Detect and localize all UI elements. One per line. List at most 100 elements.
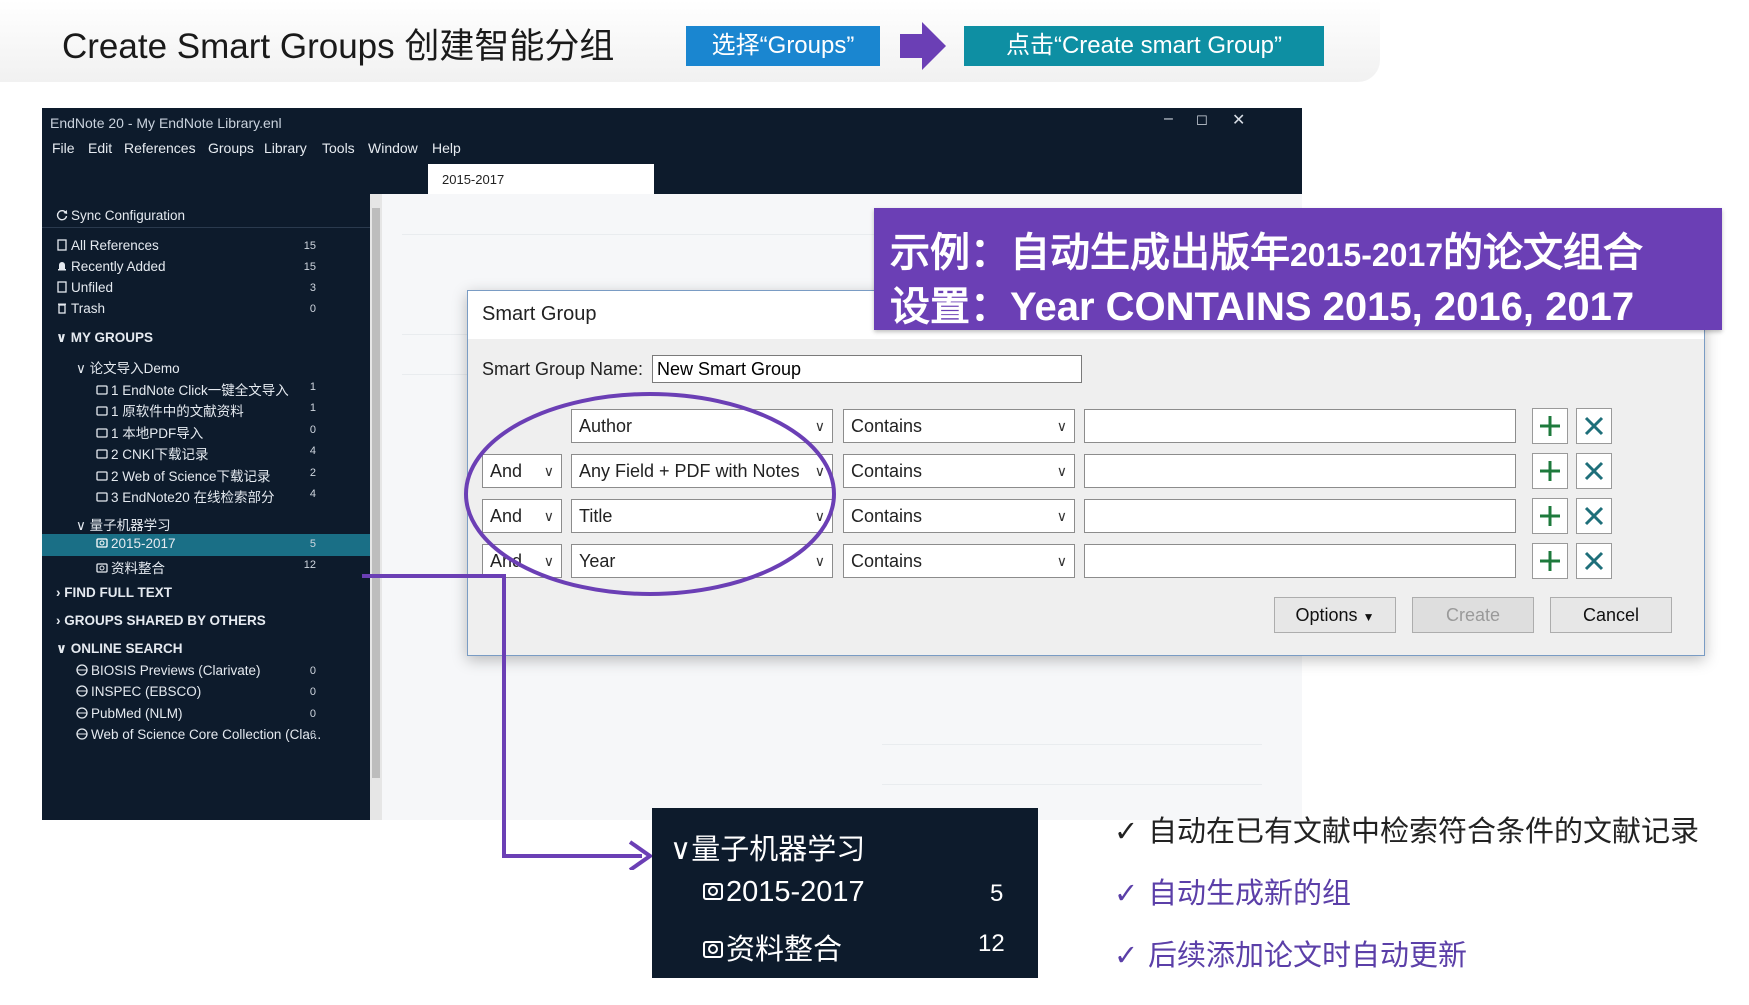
search-value-input[interactable] — [1084, 544, 1516, 578]
plus-icon — [1540, 416, 1560, 436]
globe-icon — [76, 707, 88, 719]
group-icon — [96, 448, 108, 460]
add-condition-button[interactable] — [1532, 543, 1568, 579]
search-value-input[interactable] — [1084, 454, 1516, 488]
menu-tools[interactable]: Tools — [322, 140, 355, 156]
group-item[interactable]: 2 Web of Science下载记录 — [96, 465, 271, 485]
menu-references[interactable]: References — [124, 140, 196, 156]
group-item[interactable]: 1 本地PDF导入 — [96, 422, 203, 442]
operator-select[interactable]: Contains ∨ — [843, 409, 1075, 443]
chevron-down-icon: ∨ — [1056, 553, 1067, 569]
smart-group-icon — [702, 934, 726, 966]
operator-select[interactable]: Contains ∨ — [843, 544, 1075, 578]
operator-select[interactable]: Contains ∨ — [843, 454, 1075, 488]
banner-line-2: 设置：Year CONTAINS 2015, 2016, 2017 — [890, 285, 1635, 329]
zoom-item-2015-2017: 2015-2017 — [702, 876, 865, 909]
add-condition-button[interactable] — [1532, 453, 1568, 489]
plus-icon — [1540, 506, 1560, 526]
menu-file[interactable]: File — [52, 140, 75, 156]
x-icon — [1584, 461, 1604, 481]
slide-title: Create Smart Groups 创建智能分组 — [62, 27, 615, 66]
create-button[interactable]: Create — [1412, 597, 1534, 633]
remove-condition-button[interactable] — [1576, 453, 1612, 489]
sidebar-item-recently-added[interactable]: Recently Added — [56, 259, 166, 274]
menu-edit[interactable]: Edit — [88, 140, 112, 156]
add-condition-button[interactable] — [1532, 498, 1568, 534]
menu-help[interactable]: Help — [432, 140, 461, 156]
check-icon: ✓ — [1114, 816, 1139, 848]
highlight-ellipse — [464, 392, 836, 596]
online-count: 0 — [309, 686, 316, 698]
smart-group-item-data-integration[interactable]: 资料整合 — [96, 557, 165, 577]
menu-groups[interactable]: Groups — [208, 140, 254, 156]
chevron-down-icon: ∨ — [1056, 418, 1067, 434]
tab-2015-2017[interactable]: 2015-2017 — [428, 164, 654, 194]
minimize-icon[interactable]: – — [1164, 110, 1173, 128]
group-set-quantum-ml[interactable]: ∨ 量子机器学习 — [76, 514, 171, 534]
online-item[interactable]: Web of Science Core Collection (Cla... — [76, 727, 321, 742]
group-count: 1 — [309, 402, 316, 414]
menu-library[interactable]: Library — [264, 140, 307, 156]
section-my-groups[interactable]: ∨ MY GROUPS — [56, 330, 153, 346]
group-item[interactable]: 3 EndNote20 在线检索部分 — [96, 486, 275, 506]
x-icon — [1584, 551, 1604, 571]
sync-configuration[interactable]: Sync Configuration — [56, 208, 185, 223]
section-groups-shared-by-others[interactable]: › GROUPS SHARED BY OTHERS — [56, 613, 266, 628]
group-icon — [96, 427, 108, 439]
trash-icon — [56, 302, 68, 314]
smart-group-name-label: Smart Group Name: — [482, 359, 644, 379]
smart-group-name-input[interactable] — [652, 355, 1082, 383]
group-count: 1 — [309, 381, 316, 393]
cancel-button[interactable]: Cancel — [1550, 597, 1672, 633]
group-count: 2 — [309, 467, 316, 479]
remove-condition-button[interactable] — [1576, 498, 1612, 534]
count-all-references: 15 — [303, 240, 316, 252]
chevron-down-icon: ∨ — [56, 641, 71, 656]
remove-condition-button[interactable] — [1576, 408, 1612, 444]
count-unfiled: 3 — [309, 282, 316, 294]
options-button[interactable]: Options ▼ — [1274, 597, 1396, 633]
online-item[interactable]: BIOSIS Previews (Clarivate) — [76, 663, 261, 678]
x-icon — [1584, 416, 1604, 436]
bullet-point: ✓ 后续添加论文时自动更新 — [1114, 940, 1468, 972]
zoom-item-data-integration: 资料整合 — [702, 926, 842, 968]
section-find-full-text[interactable]: › FIND FULL TEXT — [56, 585, 172, 600]
add-condition-button[interactable] — [1532, 408, 1568, 444]
maximize-icon[interactable]: ☐ — [1196, 113, 1208, 129]
sidebar-item-all-references[interactable]: All References — [56, 238, 159, 253]
group-count: 4 — [309, 445, 316, 457]
section-online-search[interactable]: ∨ ONLINE SEARCH — [56, 641, 182, 657]
remove-condition-button[interactable] — [1576, 543, 1612, 579]
online-count: 6 — [309, 729, 316, 741]
close-icon[interactable]: ✕ — [1232, 110, 1245, 130]
chevron-down-icon: ∨ — [670, 834, 692, 866]
zoomed-group-panel: ∨量子机器学习 2015-2017 5 资料整合 12 — [652, 808, 1038, 978]
menu-window[interactable]: Window — [368, 140, 418, 156]
group-item[interactable]: 1 EndNote Click一键全文导入 — [96, 379, 289, 399]
step-select-groups-label: 选择“Groups” — [686, 26, 880, 66]
group-icon — [96, 384, 108, 396]
sidebar-item-unfiled[interactable]: Unfiled — [56, 280, 113, 295]
group-item[interactable]: 2 CNKI下载记录 — [96, 443, 209, 463]
globe-icon — [76, 728, 88, 740]
smart-group-item-2015-2017[interactable]: 2015-2017 — [96, 536, 176, 551]
online-item[interactable]: INSPEC (EBSCO) — [76, 684, 201, 699]
globe-icon — [76, 664, 88, 676]
online-item[interactable]: PubMed (NLM) — [76, 706, 183, 721]
chevron-down-icon: ∨ — [76, 518, 90, 533]
group-count: 4 — [309, 488, 316, 500]
group-item[interactable]: 1 原软件中的文献资料 — [96, 400, 244, 420]
sidebar-item-trash[interactable]: Trash — [56, 301, 105, 316]
operator-select[interactable]: Contains ∨ — [843, 499, 1075, 533]
bell-icon — [56, 260, 68, 272]
count-recently-added: 15 — [303, 261, 316, 273]
banner-line-1: 示例：自动生成出版年2015-2017的论文组合 — [890, 231, 1644, 275]
search-value-input[interactable] — [1084, 409, 1516, 443]
chevron-down-icon: ∨ — [56, 330, 71, 345]
window-title: EndNote 20 - My EndNote Library.enl — [50, 115, 282, 131]
search-value-input[interactable] — [1084, 499, 1516, 533]
online-count: 0 — [309, 708, 316, 720]
group-set-paper-import-demo[interactable]: ∨ 论文导入Demo — [76, 357, 180, 377]
connector-arrow — [362, 574, 654, 870]
group-icon — [96, 491, 108, 503]
